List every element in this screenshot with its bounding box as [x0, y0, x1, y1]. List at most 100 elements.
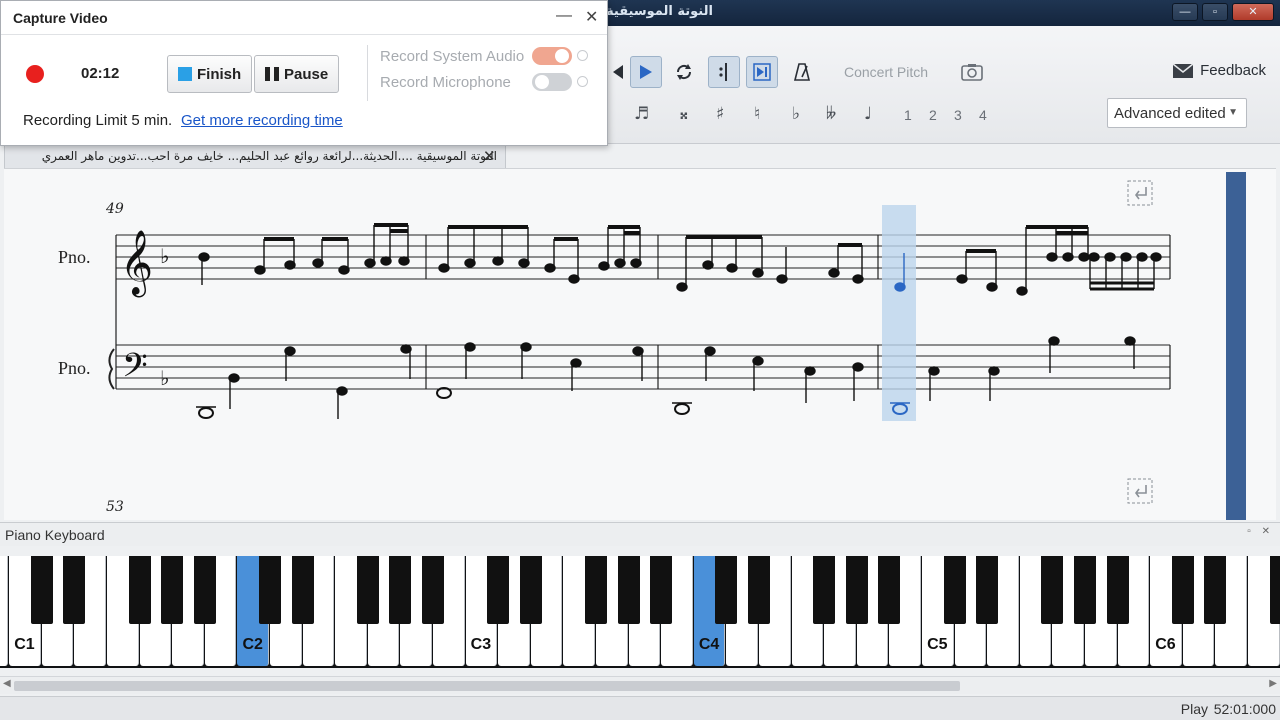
rewind-icon [613, 65, 623, 79]
line-break-icon [1127, 478, 1153, 504]
black-key[interactable] [976, 556, 999, 624]
loop-in-button[interactable] [708, 56, 740, 88]
score-canvas: 49 Pno. Pno. 53 𝄞 𝄢 ♭ ♭ [58, 180, 1171, 515]
record-microphone-label: Record Microphone [380, 74, 511, 91]
status-time: 52:01:000 [1213, 701, 1276, 717]
voice-1-button[interactable]: 1 [904, 107, 912, 123]
key-label: C1 [14, 636, 35, 653]
black-key[interactable] [63, 556, 86, 624]
tuplet-icon[interactable]: ♬ [634, 104, 649, 124]
key-label: C4 [698, 636, 720, 653]
capture-titlebar: Capture Video — ✕ [1, 1, 607, 35]
finish-label: Finish [197, 65, 242, 83]
black-key[interactable] [291, 556, 314, 624]
black-key[interactable] [128, 556, 151, 624]
sharp-icon[interactable]: ♯ [716, 104, 724, 124]
black-key[interactable] [585, 556, 607, 624]
black-key[interactable] [1074, 556, 1096, 624]
black-key[interactable] [943, 556, 966, 624]
bass-clef-icon: 𝄢 [122, 347, 148, 393]
black-key[interactable] [878, 556, 901, 624]
flat-icon[interactable]: ♭ [792, 104, 800, 124]
window-close-button[interactable]: ✕ [1232, 3, 1274, 21]
natural-icon[interactable]: ♮ [754, 104, 760, 124]
black-key[interactable] [193, 556, 216, 624]
record-system-audio-label: Record System Audio [380, 48, 525, 65]
voice-3-button[interactable]: 3 [954, 107, 962, 123]
window-maximize-button[interactable]: ▫ [1202, 3, 1228, 21]
flip-direction-icon[interactable]: ♩ [864, 104, 872, 124]
double-flat-icon[interactable]: 𝄫 [826, 104, 836, 124]
white-key[interactable] [0, 556, 9, 666]
capture-title: Capture Video [13, 10, 108, 26]
black-key[interactable] [519, 556, 542, 624]
metronome-icon [793, 63, 811, 81]
note-input-toolbar: ♬ 𝄪 ♯ ♮ ♭ 𝄫 ♩ 1 2 3 4 Advanced edited ▼ [600, 98, 1280, 132]
black-key[interactable] [1269, 556, 1280, 624]
black-key[interactable] [1204, 556, 1227, 624]
barlines [115, 235, 1171, 389]
piano-keyboard[interactable]: C1 C2 C3 C4 C5 C6 [0, 556, 1280, 668]
info-icon[interactable] [577, 76, 588, 87]
brace-icon [108, 348, 115, 390]
close-icon[interactable]: ✕ [585, 7, 598, 27]
key-label: C2 [242, 636, 263, 653]
mail-icon [1172, 62, 1194, 78]
loop-button[interactable] [668, 56, 700, 88]
scroll-left-icon[interactable]: ◀ [3, 678, 11, 689]
minimize-icon[interactable]: — [556, 7, 572, 25]
black-key[interactable] [487, 556, 510, 624]
loop-out-button[interactable] [746, 56, 778, 88]
score-vertical-scrollbar[interactable] [1226, 172, 1246, 520]
microphone-toggle[interactable] [532, 73, 572, 91]
tab-close-icon[interactable]: ✕ [483, 147, 496, 165]
chevron-down-icon: ▼ [1228, 107, 1238, 118]
feedback-button[interactable]: Feedback [1172, 62, 1266, 79]
play-button[interactable] [630, 56, 662, 88]
score-view[interactable]: 49 Pno. Pno. 53 𝄞 𝄢 ♭ ♭ [4, 168, 1276, 520]
stop-icon [178, 67, 192, 81]
toggle-knob [535, 75, 549, 89]
system-audio-toggle[interactable] [532, 47, 572, 65]
voice-2-button[interactable]: 2 [929, 107, 937, 123]
black-key[interactable] [813, 556, 836, 624]
black-key[interactable] [422, 556, 444, 624]
key-label: C6 [1155, 636, 1176, 653]
black-key[interactable] [845, 556, 868, 624]
black-key[interactable] [259, 556, 281, 624]
treble-staff [116, 234, 1170, 280]
image-capture-button[interactable] [956, 56, 988, 88]
black-key[interactable] [1106, 556, 1129, 624]
tab-score[interactable]: النوتة الموسيقية ....الحديثة...لرائعة رو… [4, 144, 506, 168]
divider [367, 45, 368, 101]
black-key[interactable] [748, 556, 770, 624]
measure-number: 49 [105, 201, 124, 217]
horizontal-scrollbar[interactable]: ◀ ▶ [0, 676, 1280, 694]
info-icon[interactable] [577, 50, 588, 61]
window-minimize-button[interactable]: — [1172, 3, 1198, 21]
key-label: C3 [470, 636, 492, 653]
black-key[interactable] [389, 556, 412, 624]
piano-keyboard-header: Piano Keyboard ▫ ✕ [0, 522, 1280, 546]
metronome-button[interactable] [786, 56, 818, 88]
get-more-time-link[interactable]: Get more recording time [181, 112, 343, 129]
panel-window-icons[interactable]: ▫ ✕ [1247, 526, 1274, 537]
finish-button[interactable]: Finish [167, 55, 253, 93]
voice-4-button[interactable]: 4 [979, 107, 987, 123]
selected-beat-highlight [882, 205, 916, 421]
black-key[interactable] [161, 556, 184, 624]
window-controls: — ▫ ✕ [1172, 3, 1274, 21]
black-key[interactable] [650, 556, 673, 624]
black-key[interactable] [1041, 556, 1064, 624]
black-key[interactable] [1171, 556, 1194, 624]
concert-pitch-toggle[interactable]: Concert Pitch [844, 64, 928, 80]
pause-button[interactable]: Pause [254, 55, 340, 93]
black-key[interactable] [617, 556, 640, 624]
black-key[interactable] [356, 556, 379, 624]
black-key[interactable] [715, 556, 738, 624]
scrollbar-thumb[interactable] [14, 681, 960, 691]
scroll-right-icon[interactable]: ▶ [1269, 678, 1277, 689]
double-sharp-icon[interactable]: 𝄪 [680, 104, 688, 124]
workspace-select[interactable]: Advanced edited ▼ [1107, 98, 1247, 128]
black-key[interactable] [30, 556, 53, 624]
